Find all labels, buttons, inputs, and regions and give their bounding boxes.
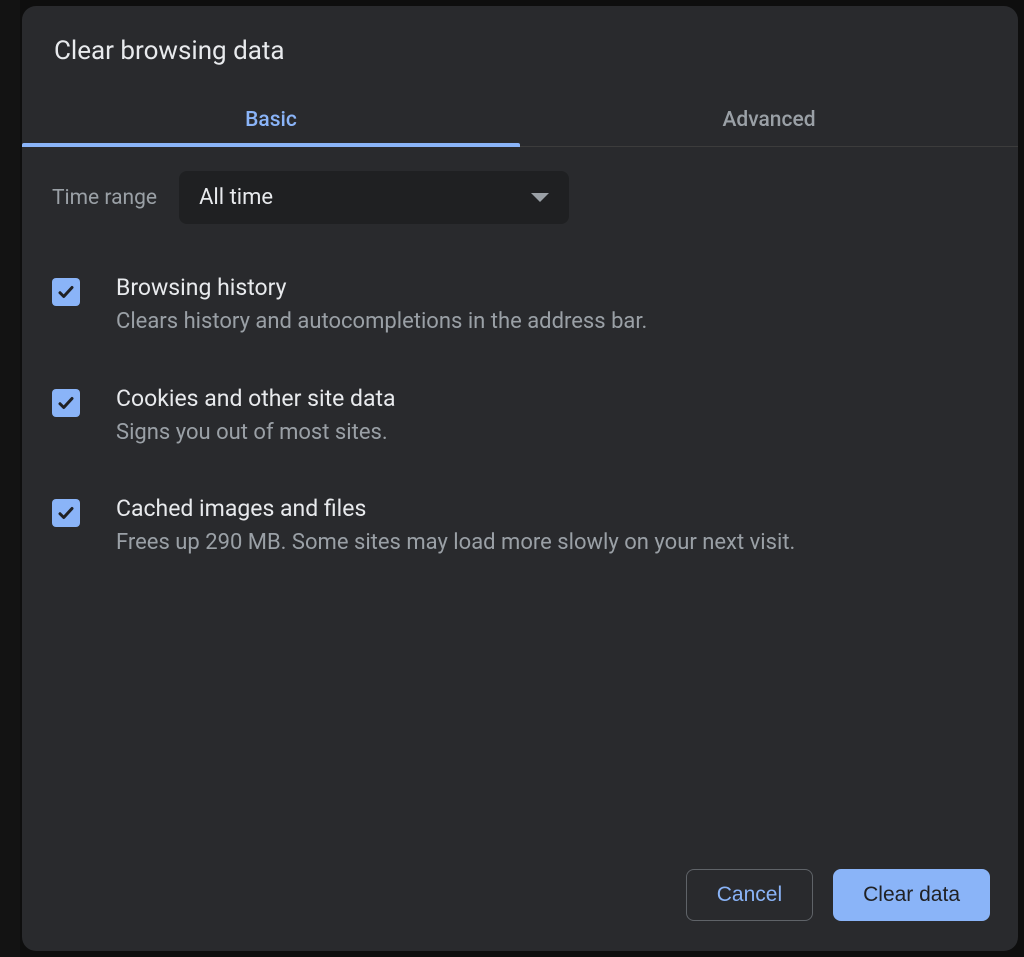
dialog-title: Clear browsing data [22, 6, 1018, 94]
checkmark-icon [57, 504, 75, 522]
checkbox-cookies[interactable] [52, 389, 80, 417]
option-desc: Frees up 290 MB. Some sites may load mor… [116, 528, 988, 558]
time-range-value: All time [199, 185, 273, 210]
time-range-select[interactable]: All time [179, 171, 569, 224]
option-cached: Cached images and files Frees up 290 MB.… [52, 495, 988, 558]
time-range-label: Time range [52, 186, 157, 210]
dialog-content: Time range All time Browsing history Cle… [22, 147, 1018, 869]
tab-basic[interactable]: Basic [22, 94, 520, 146]
option-text: Browsing history Clears history and auto… [116, 274, 988, 337]
clear-browsing-data-dialog: Clear browsing data Basic Advanced Time … [22, 6, 1018, 951]
cancel-button[interactable]: Cancel [686, 869, 813, 921]
option-desc: Clears history and autocompletions in th… [116, 307, 988, 337]
option-title: Cookies and other site data [116, 385, 988, 412]
tab-advanced[interactable]: Advanced [520, 94, 1018, 146]
checkbox-browsing-history[interactable] [52, 278, 80, 306]
option-browsing-history: Browsing history Clears history and auto… [52, 274, 988, 337]
checkbox-cached[interactable] [52, 499, 80, 527]
option-title: Cached images and files [116, 495, 988, 522]
option-desc: Signs you out of most sites. [116, 418, 988, 448]
chevron-down-icon [531, 193, 549, 202]
option-title: Browsing history [116, 274, 988, 301]
checkmark-icon [57, 394, 75, 412]
option-cookies: Cookies and other site data Signs you ou… [52, 385, 988, 448]
option-text: Cached images and files Frees up 290 MB.… [116, 495, 988, 558]
clear-data-button[interactable]: Clear data [833, 869, 990, 921]
tab-bar: Basic Advanced [22, 94, 1018, 147]
checkmark-icon [57, 283, 75, 301]
time-range-row: Time range All time [52, 171, 988, 224]
dialog-footer: Cancel Clear data [22, 869, 1018, 951]
option-text: Cookies and other site data Signs you ou… [116, 385, 988, 448]
background-settings-sidebar [0, 0, 20, 957]
